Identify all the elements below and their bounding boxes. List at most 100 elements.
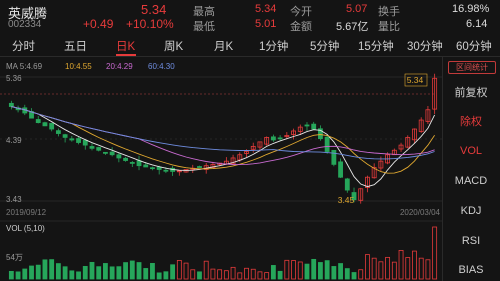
- candle-body: [277, 137, 283, 140]
- ratio-value: 6.14: [466, 18, 488, 30]
- tab-60min[interactable]: 60分钟: [456, 38, 492, 54]
- y-axis-top: 5.36: [6, 74, 22, 83]
- high-label: 最高: [193, 6, 215, 18]
- tab-five-day[interactable]: 五日: [64, 38, 87, 54]
- volume-bar: [69, 270, 75, 280]
- candle-body: [338, 161, 343, 178]
- candle-body: [116, 154, 122, 159]
- ma10-line: [11, 106, 435, 174]
- volume-bars-layer: [8, 226, 438, 280]
- candle-body: [96, 147, 102, 151]
- volume-bar: [318, 262, 323, 280]
- bias-indicator-button[interactable]: BIAS: [442, 264, 500, 276]
- tab-1min[interactable]: 1分钟: [259, 38, 288, 54]
- tab-5min[interactable]: 5分钟: [310, 38, 339, 54]
- date-start: 2019/09/12: [6, 208, 47, 217]
- volume-bar: [22, 268, 28, 280]
- volume-bar: [378, 261, 384, 280]
- stock-code: 002334: [8, 19, 42, 30]
- forward-adjust-button[interactable]: 前复权: [442, 84, 500, 100]
- tab-monthly-k[interactable]: 月K: [214, 38, 233, 54]
- volume-bar: [49, 259, 55, 280]
- vol-legend: VOL (5,10): [6, 224, 45, 233]
- volume-bar: [210, 268, 216, 280]
- rsi-indicator-button[interactable]: RSI: [442, 235, 500, 247]
- volume-bar: [297, 261, 303, 280]
- volume-bar: [311, 258, 317, 280]
- volume-bar: [176, 260, 182, 280]
- candle-body: [49, 123, 55, 130]
- candle-body: [62, 134, 68, 138]
- volume-bar: [385, 256, 391, 280]
- volume-bar: [230, 266, 236, 280]
- candle-body: [8, 102, 14, 107]
- ma5-line: [11, 106, 436, 188]
- candle-body: [197, 166, 202, 168]
- volume-bar: [150, 262, 155, 280]
- kdj-indicator-button[interactable]: KDJ: [442, 205, 500, 217]
- kline-chart[interactable]: MA 5:4.69 10:4.55 20:4.29 60:4.30 5.36 4…: [0, 57, 442, 281]
- y-axis-bottom: 3.43: [6, 195, 22, 204]
- min-price-marker: 3.45: [338, 195, 355, 205]
- volume-bar: [183, 262, 189, 280]
- macd-indicator-button[interactable]: MACD: [442, 175, 500, 187]
- volume-bar: [250, 268, 256, 280]
- volume-bar: [284, 259, 290, 280]
- volume-bar: [344, 268, 350, 280]
- current-price: 5.34: [141, 2, 167, 17]
- volume-bar: [432, 226, 438, 280]
- period-tabs: 分时 五日 日K 周K 月K 1分钟 5分钟 15分钟 30分钟 60分钟: [0, 34, 500, 56]
- candle-body: [55, 130, 61, 134]
- volume-bar: [237, 272, 243, 280]
- price-change: +0.49: [83, 17, 114, 31]
- ma5-legend: MA 5:4.69: [6, 62, 43, 71]
- candle-body: [270, 136, 276, 141]
- tab-daily-k[interactable]: 日K: [116, 38, 135, 54]
- volume-bar: [190, 269, 196, 280]
- volume-bar: [291, 260, 296, 280]
- volume-bar: [103, 263, 108, 280]
- amount-value: 5.67亿: [336, 21, 369, 33]
- tab-15min[interactable]: 15分钟: [358, 38, 394, 54]
- high-value: 5.34: [255, 3, 277, 15]
- volume-bar: [304, 263, 310, 280]
- volume-bar: [76, 271, 81, 280]
- low-label: 最低: [193, 21, 215, 33]
- candle-body: [69, 138, 75, 141]
- ma-lines-layer: [11, 106, 436, 188]
- ex-rights-button[interactable]: 除权: [442, 113, 500, 129]
- max-price-marker: 5.34: [407, 75, 424, 85]
- volume-bar: [29, 265, 34, 280]
- candles-layer: [8, 73, 438, 204]
- date-end: 2020/03/04: [400, 208, 441, 217]
- volume-bar: [277, 270, 283, 280]
- tab-weekly-k[interactable]: 周K: [164, 38, 183, 54]
- vol-indicator-button[interactable]: VOL: [442, 145, 500, 157]
- amount-label: 金额: [290, 21, 312, 33]
- volume-bar: [35, 264, 41, 280]
- volume-bar: [270, 265, 276, 280]
- volume-bar: [197, 271, 202, 280]
- tab-30min[interactable]: 30分钟: [407, 38, 443, 54]
- price-change-percent: +10.10%: [126, 17, 174, 31]
- tab-intraday[interactable]: 分时: [12, 38, 35, 54]
- candle-body: [136, 160, 142, 167]
- ma60-line: [11, 106, 435, 160]
- volume-bar: [244, 267, 249, 280]
- volume-bar: [418, 257, 424, 280]
- low-value: 5.01: [255, 18, 277, 30]
- volume-bar: [143, 268, 149, 280]
- candle-body: [304, 124, 310, 127]
- volume-bar: [116, 266, 122, 280]
- candle-body: [311, 123, 317, 130]
- ma20-legend: 20:4.29: [106, 62, 133, 71]
- volume-bar: [425, 259, 431, 280]
- candle-body: [129, 162, 135, 164]
- volume-bar: [351, 272, 357, 280]
- volume-bar: [324, 260, 330, 280]
- volume-bar: [412, 250, 417, 280]
- candle-body: [42, 122, 48, 127]
- candle-body: [324, 136, 330, 152]
- volume-bar: [163, 271, 169, 280]
- volume-bar: [358, 269, 364, 280]
